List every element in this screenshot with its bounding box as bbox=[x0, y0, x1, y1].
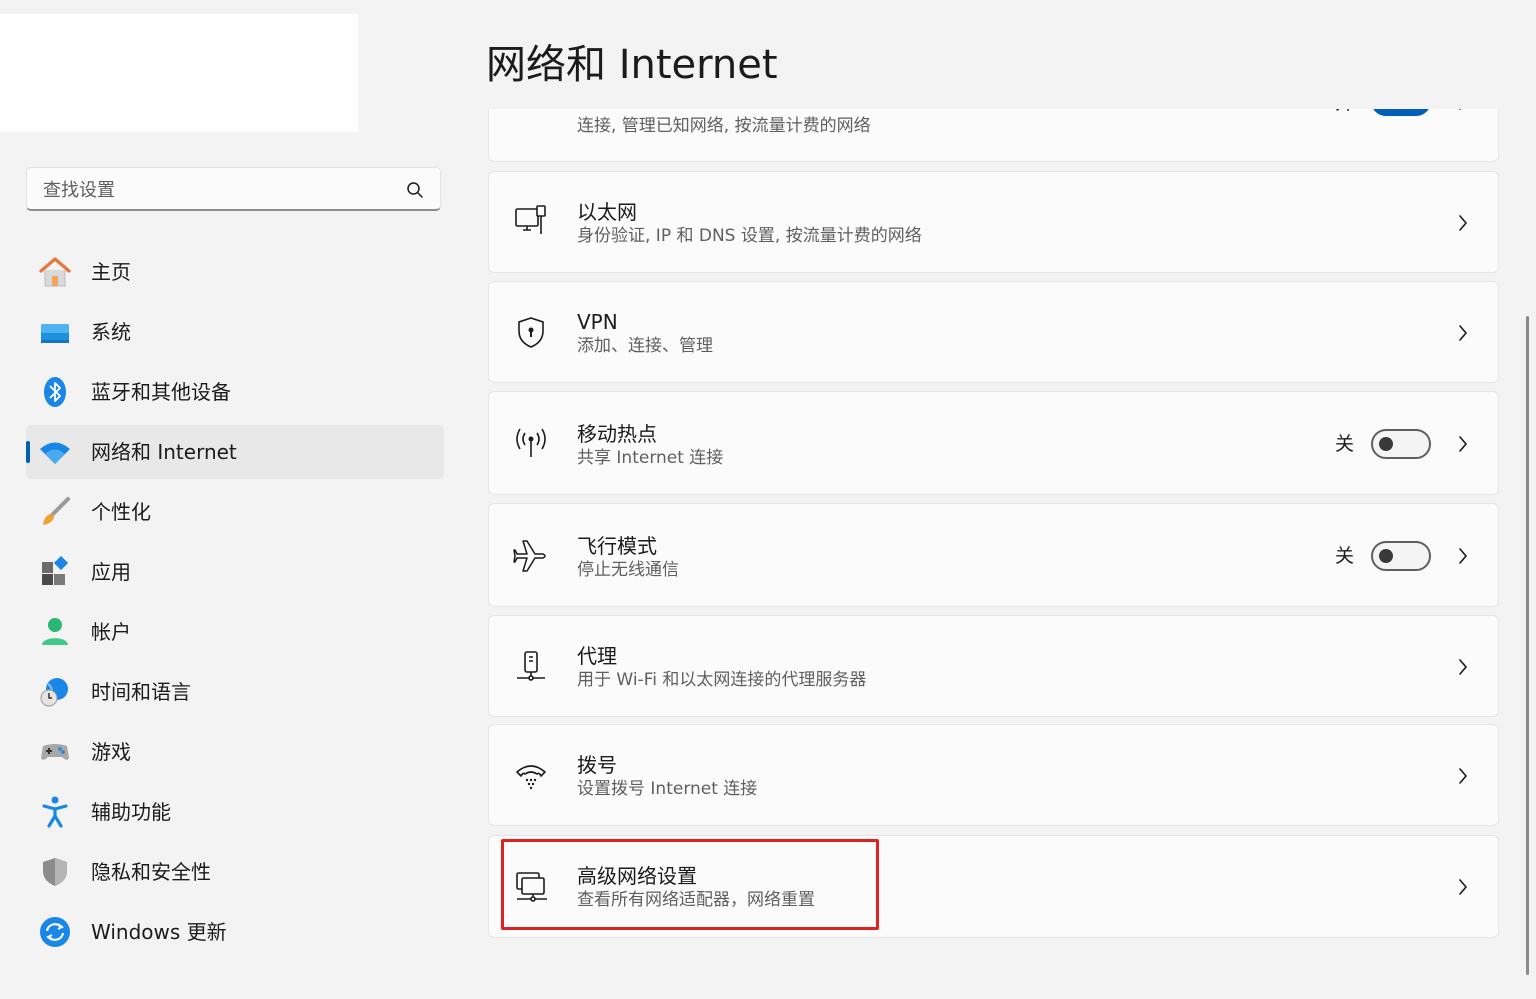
card-dial-up[interactable]: 拨号 设置拨号 Internet 连接 bbox=[488, 724, 1499, 826]
chevron-right-icon[interactable] bbox=[1456, 657, 1470, 677]
sidebar-item-accessibility[interactable]: 辅助功能 bbox=[26, 785, 444, 839]
chevron-right-icon[interactable] bbox=[1456, 109, 1470, 112]
sidebar-item-label: 应用 bbox=[91, 560, 131, 584]
update-icon bbox=[40, 917, 70, 947]
sidebar-item-label: 辅助功能 bbox=[91, 800, 171, 824]
apps-icon bbox=[42, 556, 69, 585]
toggle-state-label: 关 bbox=[1334, 545, 1354, 567]
search-input[interactable] bbox=[41, 176, 395, 204]
sidebar-item-accounts[interactable]: 帐户 bbox=[26, 605, 444, 659]
card-subtitle: 共享 Internet 连接 bbox=[577, 448, 724, 468]
sidebar-item-label: 隐私和安全性 bbox=[91, 860, 211, 884]
card-ethernet[interactable]: 以太网 身份验证, IP 和 DNS 设置, 按流量计费的网络 bbox=[488, 171, 1499, 273]
brush-icon bbox=[43, 497, 70, 525]
card-subtitle: 设置拨号 Internet 连接 bbox=[577, 779, 758, 799]
card-subtitle: 停止无线通信 bbox=[577, 560, 679, 580]
page-title: 网络和 Internet bbox=[486, 42, 778, 88]
ethernet-icon bbox=[515, 205, 546, 234]
sidebar-item-label: 主页 bbox=[91, 260, 131, 284]
sidebar-item-network[interactable]: 网络和 Internet bbox=[26, 425, 444, 479]
home-icon bbox=[39, 257, 71, 287]
time-language-icon bbox=[40, 678, 68, 707]
sidebar-item-system[interactable]: 系统 bbox=[26, 305, 444, 359]
sidebar-item-time-language[interactable]: 时间和语言 bbox=[26, 665, 444, 719]
sidebar-item-label: 帐户 bbox=[91, 620, 131, 644]
card-wifi[interactable]: 连接, 管理已知网络, 按流量计费的网络 开 bbox=[488, 109, 1499, 162]
sidebar-item-gaming[interactable]: 游戏 bbox=[26, 725, 444, 779]
chevron-right-icon[interactable] bbox=[1456, 434, 1470, 454]
card-title: 飞行模式 bbox=[577, 534, 657, 558]
hotspot-icon bbox=[516, 428, 546, 457]
card-subtitle: 身份验证, IP 和 DNS 设置, 按流量计费的网络 bbox=[577, 226, 922, 246]
sidebar-item-personalization[interactable]: 个性化 bbox=[26, 485, 444, 539]
card-vpn[interactable]: VPN 添加、连接、管理 bbox=[488, 281, 1499, 383]
highlight-annotation-box bbox=[501, 839, 879, 930]
sidebar-item-label: 蓝牙和其他设备 bbox=[91, 380, 231, 404]
airplane-mode-toggle[interactable] bbox=[1371, 541, 1431, 571]
proxy-icon bbox=[517, 651, 545, 681]
card-title: VPN bbox=[577, 310, 618, 334]
chevron-right-icon[interactable] bbox=[1456, 877, 1470, 897]
account-icon bbox=[42, 618, 68, 645]
wifi-icon bbox=[40, 442, 70, 464]
toggle-state-label: 关 bbox=[1334, 433, 1354, 455]
search-icon[interactable] bbox=[406, 181, 424, 199]
sidebar-nav: 主页 系统 蓝牙和其他设备 网络和 Internet 个性化 应用 帐户 时间和… bbox=[26, 245, 444, 965]
sidebar-item-privacy[interactable]: 隐私和安全性 bbox=[26, 845, 444, 899]
hotspot-toggle[interactable] bbox=[1371, 429, 1431, 459]
redacted-account-area bbox=[0, 14, 358, 132]
card-title: 拨号 bbox=[577, 753, 617, 777]
accessibility-icon bbox=[42, 796, 68, 828]
bluetooth-icon bbox=[44, 377, 66, 407]
sidebar-item-apps[interactable]: 应用 bbox=[26, 545, 444, 599]
vpn-shield-icon bbox=[518, 317, 544, 348]
shield-icon bbox=[43, 858, 67, 886]
card-subtitle: 用于 Wi-Fi 和以太网连接的代理服务器 bbox=[577, 670, 867, 690]
sidebar-item-label: 游戏 bbox=[91, 740, 131, 764]
sidebar-item-label: 网络和 Internet bbox=[91, 440, 237, 464]
chevron-right-icon[interactable] bbox=[1456, 766, 1470, 786]
sidebar-item-label: Windows 更新 bbox=[91, 920, 227, 944]
gamepad-icon bbox=[41, 744, 69, 760]
card-title: 代理 bbox=[577, 644, 617, 668]
dialup-icon bbox=[516, 765, 546, 790]
card-title: 移动热点 bbox=[577, 422, 657, 446]
chevron-right-icon[interactable] bbox=[1456, 213, 1470, 233]
sidebar-item-label: 时间和语言 bbox=[91, 680, 191, 704]
scrollbar-thumb[interactable] bbox=[1526, 316, 1529, 975]
card-title: 以太网 bbox=[577, 200, 637, 224]
airplane-icon bbox=[513, 540, 546, 572]
chevron-right-icon[interactable] bbox=[1456, 546, 1470, 566]
search-box[interactable] bbox=[26, 167, 441, 211]
card-proxy[interactable]: 代理 用于 Wi-Fi 和以太网连接的代理服务器 bbox=[488, 615, 1499, 717]
sidebar-item-label: 个性化 bbox=[91, 500, 151, 524]
card-airplane-mode[interactable]: 飞行模式 停止无线通信 关 bbox=[488, 503, 1499, 607]
wifi-signal-icon bbox=[513, 109, 549, 134]
sidebar-item-windows-update[interactable]: Windows 更新 bbox=[26, 905, 444, 959]
chevron-right-icon[interactable] bbox=[1456, 323, 1470, 343]
toggle-state-label: 开 bbox=[1335, 109, 1354, 115]
card-subtitle: 连接, 管理已知网络, 按流量计费的网络 bbox=[577, 116, 871, 136]
system-icon bbox=[41, 324, 69, 343]
wifi-toggle[interactable] bbox=[1371, 109, 1431, 116]
sidebar-item-bluetooth[interactable]: 蓝牙和其他设备 bbox=[26, 365, 444, 419]
card-subtitle: 添加、连接、管理 bbox=[577, 336, 713, 356]
sidebar-item-label: 系统 bbox=[91, 320, 131, 344]
card-mobile-hotspot[interactable]: 移动热点 共享 Internet 连接 关 bbox=[488, 391, 1499, 495]
sidebar-item-home[interactable]: 主页 bbox=[26, 245, 444, 299]
